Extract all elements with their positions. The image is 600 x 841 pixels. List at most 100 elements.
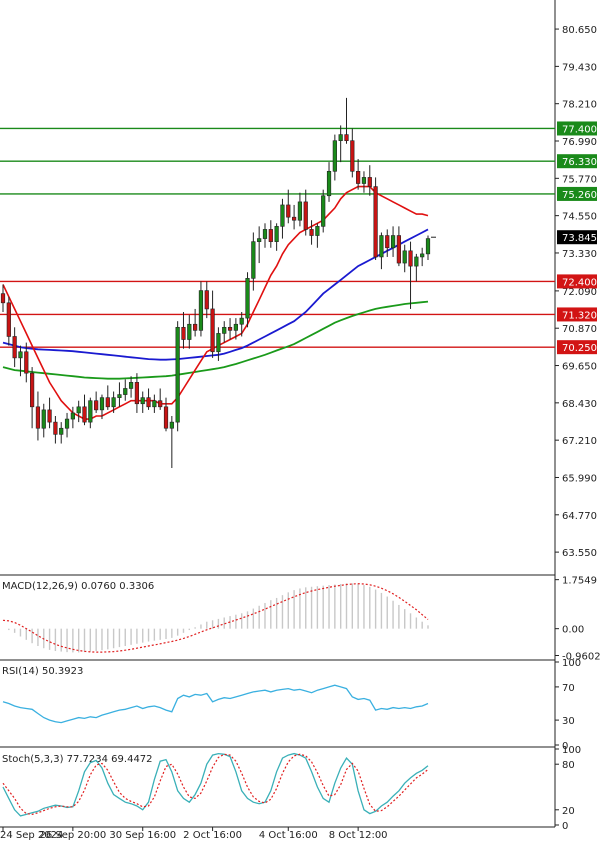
candle-body — [303, 201, 308, 230]
price-tick-label: 63.550 — [562, 548, 597, 559]
candle-body — [350, 140, 355, 172]
candle-body — [117, 394, 122, 398]
level-tag-label: 77.400 — [562, 124, 597, 135]
price-tick-label: 67.210 — [562, 436, 597, 447]
candle-body — [163, 406, 169, 429]
time-axis: 24 Sep 202426 Sep 20:00 30 Sep 16:00 2 Oct… — [0, 827, 388, 841]
candle-body — [0, 293, 6, 304]
candle-body — [321, 195, 326, 227]
candle-body — [379, 235, 384, 258]
candle-body — [396, 235, 401, 264]
candle-body — [35, 406, 41, 429]
candle-body — [99, 397, 105, 411]
candle-body — [140, 397, 145, 405]
candlestick-chart: 80.650 79.430 78.210 76.990 75.770 74.550 73.3… — [0, 0, 600, 841]
candle-body — [268, 229, 273, 242]
candle-body — [420, 253, 425, 258]
macd-tick-label: 0.00 — [562, 625, 584, 636]
candle-body — [187, 323, 192, 340]
candle-body — [105, 397, 110, 408]
price-tick-label: 69.650 — [562, 362, 597, 373]
candle-body — [128, 382, 134, 389]
candle — [175, 321, 180, 432]
rsi-tick-label: 70 — [562, 683, 575, 694]
candle-body — [204, 290, 209, 310]
candle-body — [373, 186, 378, 258]
candle-body — [280, 204, 285, 227]
candle-body — [222, 326, 227, 334]
price-tick-label: 74.550 — [562, 212, 597, 223]
rsi-tick-label: 100 — [562, 658, 581, 669]
candle-body — [70, 412, 75, 420]
price-axis: 80.650 79.430 78.210 76.990 75.770 74.550 73.3… — [555, 25, 597, 559]
candle-body — [111, 397, 116, 408]
candle-body — [344, 134, 349, 142]
candle — [373, 177, 378, 260]
candle-body — [385, 235, 390, 249]
price-tick-label: 70.870 — [562, 324, 597, 335]
candle-body — [361, 177, 367, 184]
rsi-tick-label: 30 — [562, 716, 575, 727]
candle-body — [59, 427, 64, 435]
macd-tick-label: 1.7549 — [562, 576, 597, 587]
candle-body — [169, 421, 174, 429]
time-tick-label: 8 Oct 12:00 — [329, 830, 388, 841]
time-tick-label: 26 Sep 20:00 — [39, 830, 106, 841]
time-tick-label: 4 Oct 16:00 — [259, 830, 318, 841]
candle-body — [274, 226, 279, 242]
candle-body — [326, 170, 332, 197]
price-tick-label: 73.330 — [562, 249, 597, 260]
candle-body — [193, 323, 198, 331]
candle-body — [338, 134, 343, 142]
price-tick-label: 79.430 — [562, 62, 597, 73]
candle-body — [53, 421, 58, 435]
candle-body — [12, 336, 17, 359]
candle-body — [152, 400, 157, 408]
candle-body — [309, 229, 314, 236]
price-tick-label: 78.210 — [562, 100, 597, 111]
candle-body — [233, 323, 238, 331]
level-tag-label: 70.250 — [562, 343, 597, 354]
candle-body — [146, 397, 151, 408]
price-tick-label: 75.770 — [562, 174, 597, 185]
candle-body — [239, 317, 244, 325]
candle-body — [291, 216, 297, 221]
stoch-label: Stoch(5,3,3) 77.7234 69.4472 — [2, 754, 153, 765]
candle-body — [175, 326, 180, 423]
candle-body — [158, 400, 163, 408]
candle-body — [94, 400, 99, 411]
candle-body — [88, 400, 93, 423]
candle-body — [245, 278, 250, 319]
candle-body — [6, 302, 11, 337]
candle-body — [367, 177, 372, 187]
candle-body — [181, 326, 186, 340]
candle-body — [216, 333, 221, 353]
candle-body — [332, 140, 337, 172]
price-tick-label: 65.990 — [562, 473, 597, 484]
price-tick-label: 72.090 — [562, 287, 597, 298]
candle-body — [198, 290, 204, 331]
rsi-label: RSI(14) 50.3923 — [2, 666, 83, 677]
candle-body — [64, 418, 70, 429]
candle-body — [76, 406, 81, 414]
candle-body — [30, 372, 35, 408]
candle-body — [257, 238, 262, 242]
candle-body — [47, 409, 52, 423]
price-tick-label: 80.650 — [562, 25, 597, 36]
candle-body — [210, 308, 215, 353]
candle-body — [390, 235, 396, 249]
current-price-label: 73.845 — [562, 233, 597, 244]
candle-body — [402, 250, 407, 264]
candle-body — [123, 388, 128, 395]
level-tag-label: 75.260 — [562, 190, 597, 201]
candle-body — [24, 351, 29, 374]
stoch-tick-label: 100 — [562, 745, 581, 756]
candle-body — [414, 256, 419, 267]
candle-body — [18, 351, 23, 359]
level-tag-label: 71.320 — [562, 310, 597, 321]
candle-body — [356, 170, 361, 184]
price-tick-label: 64.770 — [562, 511, 597, 522]
stoch-tick-label: 0 — [562, 821, 568, 832]
level-tag-label: 72.400 — [562, 277, 597, 288]
price-tick-label: 68.430 — [562, 399, 597, 410]
